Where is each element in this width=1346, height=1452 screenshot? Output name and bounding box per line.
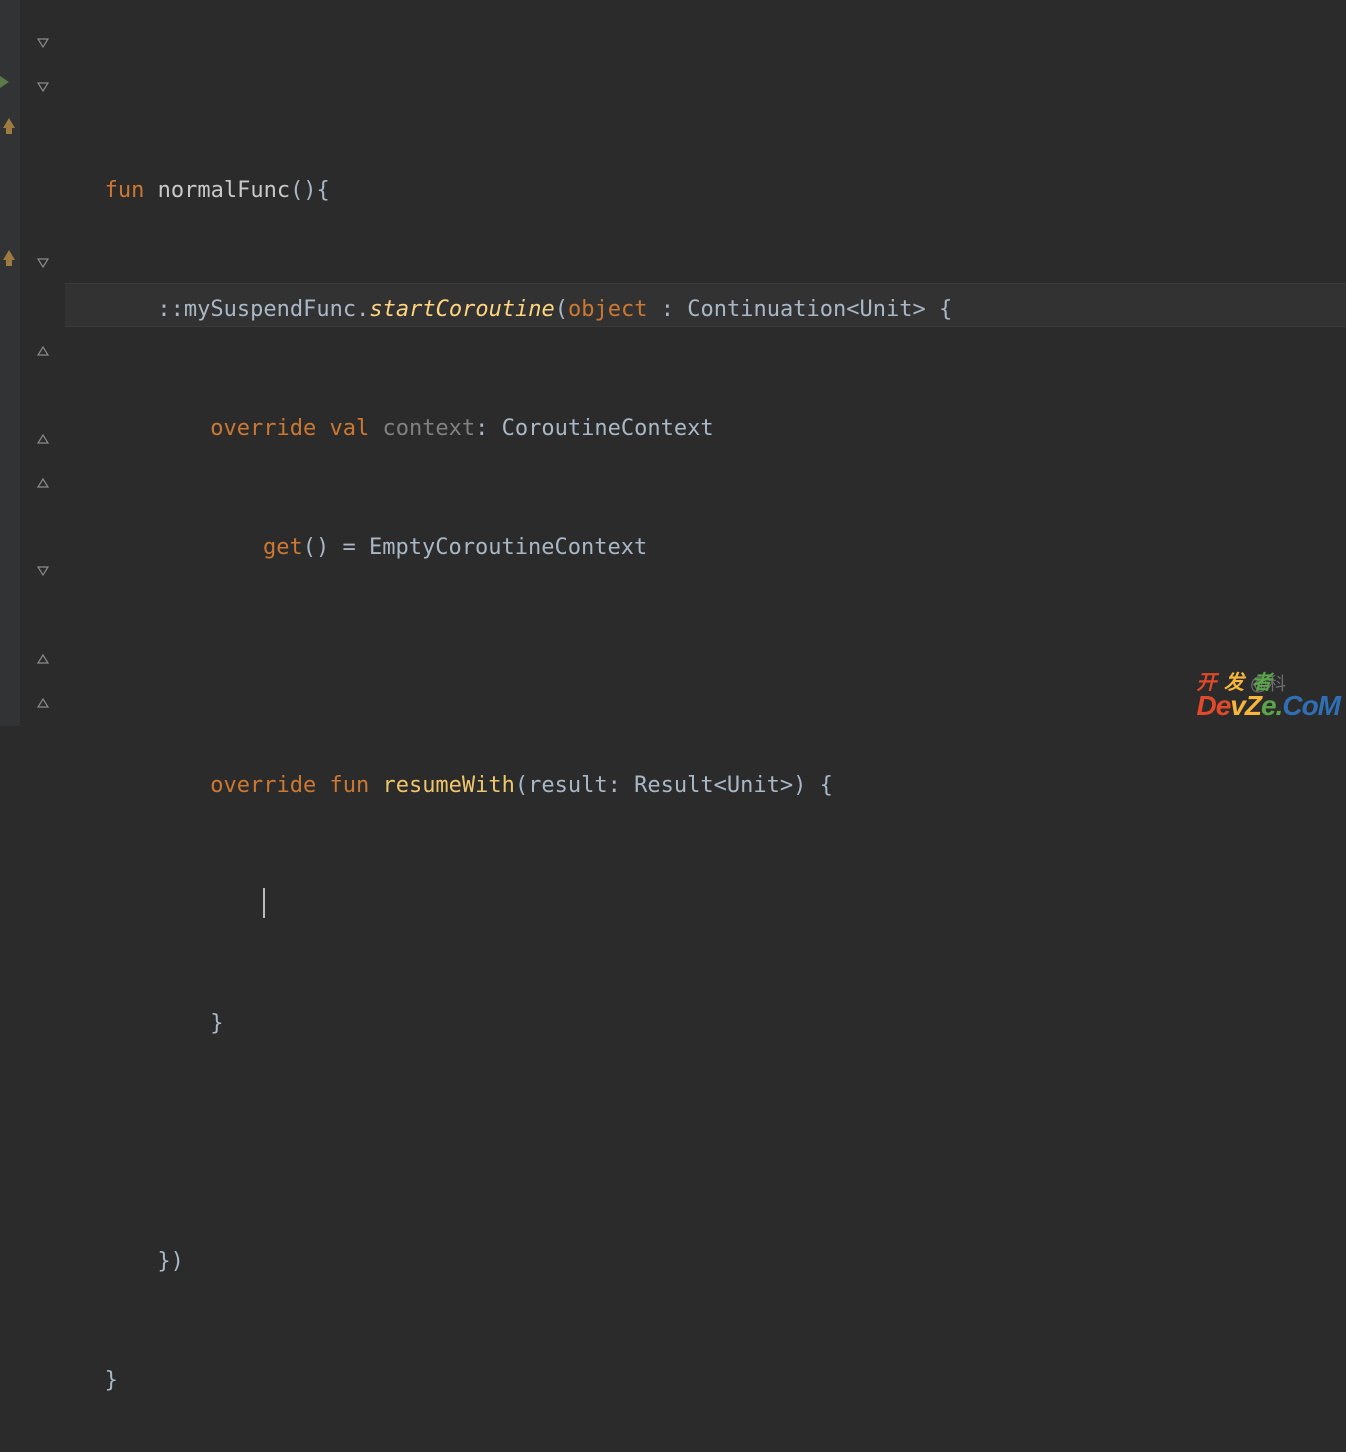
code-line-blank[interactable]: [65, 1121, 1346, 1165]
code-line[interactable]: override fun resumeWith(result: Result<U…: [65, 764, 1346, 808]
keyword-fun: fun: [105, 178, 145, 203]
code-line-caret[interactable]: [65, 883, 1346, 927]
change-marker-icon: [0, 72, 20, 86]
type-ref: Continuation<Unit>: [687, 297, 925, 322]
keyword-object: object: [568, 297, 647, 322]
fold-close-icon[interactable]: [35, 342, 51, 358]
type-ref: CoroutineContext: [502, 416, 714, 441]
fold-open-icon[interactable]: [35, 78, 51, 94]
paren: (): [303, 535, 330, 560]
colon: :: [608, 773, 621, 798]
keyword-override: override: [210, 773, 316, 798]
code-line[interactable]: }: [65, 1359, 1346, 1403]
keyword-get: get: [263, 535, 303, 560]
function-name: resumeWith: [382, 773, 514, 798]
brace-open: {: [806, 773, 833, 798]
fold-close-icon[interactable]: [35, 474, 51, 490]
fold-close-icon[interactable]: [35, 694, 51, 710]
punct: (){: [290, 178, 330, 203]
code-editor[interactable]: fun normalFunc(){ ::mySuspendFunc.startC…: [0, 0, 1346, 726]
code-line[interactable]: ::mySuspendFunc.startCoroutine(object : …: [65, 288, 1346, 332]
type-ref: EmptyCoroutineContext: [369, 535, 647, 560]
keyword-override: override: [210, 416, 316, 441]
colon: :: [475, 416, 488, 441]
code-line[interactable]: }: [65, 1002, 1346, 1046]
fold-gutter: [20, 0, 65, 726]
code-line[interactable]: get() = EmptyCoroutineContext: [65, 526, 1346, 570]
override-up-icon[interactable]: [0, 116, 20, 130]
function-name: normalFunc: [158, 178, 290, 203]
colon: :: [648, 297, 688, 322]
paren-open: (: [555, 297, 568, 322]
code-line[interactable]: fun normalFunc(){: [65, 169, 1346, 213]
paren-open: (: [515, 773, 528, 798]
callable-ref: ::mySuspendFunc: [157, 297, 356, 322]
brace-close: }: [210, 1011, 223, 1036]
code-line-blank[interactable]: [65, 645, 1346, 689]
code-line[interactable]: override val context: CoroutineContext: [65, 407, 1346, 451]
brace-open: {: [926, 297, 953, 322]
dot: .: [356, 297, 369, 322]
marker-gutter: [0, 0, 20, 726]
keyword-fun: fun: [329, 773, 369, 798]
override-up-icon[interactable]: [0, 248, 20, 262]
code-area[interactable]: fun normalFunc(){ ::mySuspendFunc.startC…: [65, 0, 1346, 726]
brace-close: }: [105, 1368, 118, 1393]
eq: =: [329, 535, 369, 560]
fold-open-icon[interactable]: [35, 562, 51, 578]
method-call: startCoroutine: [369, 297, 554, 322]
param-name: result: [528, 773, 607, 798]
fold-open-icon[interactable]: [35, 34, 51, 50]
property-name: context: [382, 416, 475, 441]
paren-close: ): [793, 773, 806, 798]
fold-open-icon[interactable]: [35, 254, 51, 270]
type-ref: Result<Unit>: [634, 773, 793, 798]
fold-close-icon[interactable]: [35, 650, 51, 666]
keyword-val: val: [329, 416, 369, 441]
code-line[interactable]: }): [65, 1240, 1346, 1284]
fold-close-icon[interactable]: [35, 430, 51, 446]
text-caret: [263, 888, 265, 918]
brace-paren-close: }): [157, 1249, 184, 1274]
